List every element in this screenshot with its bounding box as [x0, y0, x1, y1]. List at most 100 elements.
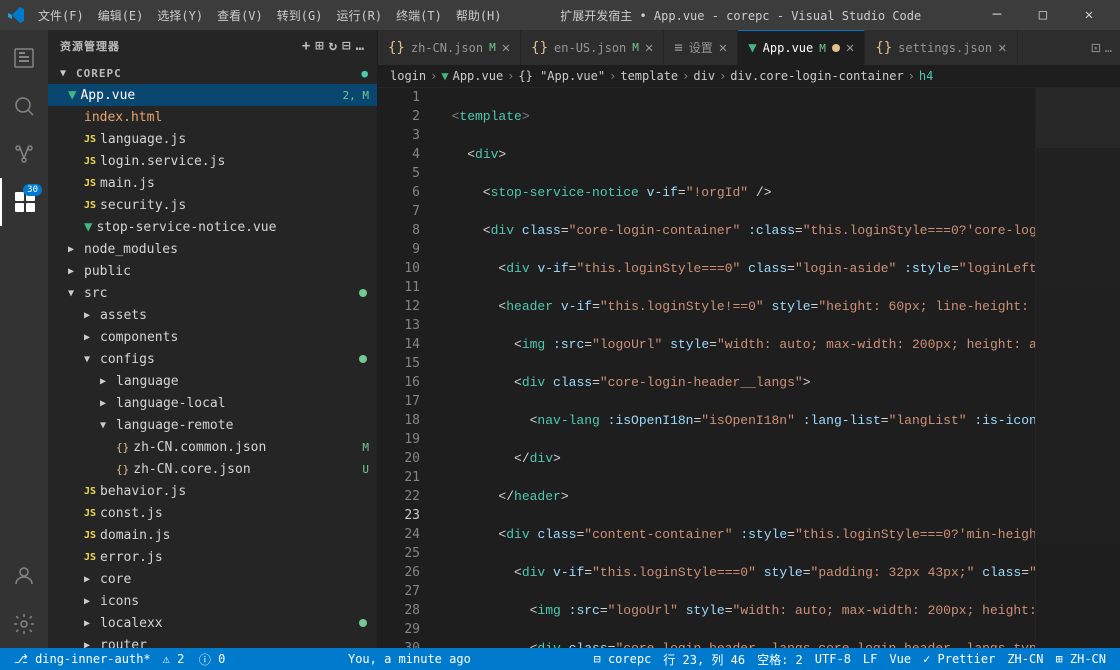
maximize-button[interactable]: □: [1020, 0, 1066, 30]
status-locale2[interactable]: ⊞ ZH-CN: [1049, 648, 1112, 670]
close-button[interactable]: ✕: [1066, 0, 1112, 30]
sidebar: 资源管理器 + ⊞ ↻ ⊟ … ▼ COREPC ● ▼ App.vue 2, …: [48, 30, 378, 648]
tab-dot-app-vue: [832, 44, 840, 52]
activity-scm[interactable]: [0, 130, 48, 178]
menu-bar[interactable]: 文件(F) 编辑(E) 选择(Y) 查看(V) 转到(G) 运行(R) 终端(T…: [32, 5, 508, 26]
main-layout: 30 资源管理器 + ⊞ ↻ ⊟ … ▼ COR: [0, 30, 1120, 648]
sidebar-item-language[interactable]: ▶ language: [48, 370, 377, 392]
menu-help[interactable]: 帮助(H): [450, 5, 508, 26]
sidebar-item-security-js[interactable]: JS security.js: [48, 194, 377, 216]
sidebar-item-zh-cn-common[interactable]: {} zh-CN.common.json M: [48, 436, 377, 458]
root-label: COREPC: [76, 67, 122, 80]
sidebar-item-assets[interactable]: ▶ assets: [48, 304, 377, 326]
tab-close-en-us-json[interactable]: ✕: [645, 40, 653, 56]
tab-settings[interactable]: ≡ 设置 ✕: [664, 30, 738, 65]
sidebar-item-node-modules[interactable]: ▶ node_modules: [48, 238, 377, 260]
tab-zh-cn-json[interactable]: {} zh-CN.json M ✕: [378, 30, 521, 65]
activity-bar: 30: [0, 30, 48, 648]
tab-close-app-vue[interactable]: ✕: [846, 40, 854, 56]
menu-select[interactable]: 选择(Y): [151, 5, 209, 26]
error-icon: ⚠: [163, 652, 170, 666]
tree-root[interactable]: ▼ COREPC ●: [48, 62, 377, 84]
sidebar-item-domain-js[interactable]: JS domain.js: [48, 524, 377, 546]
sidebar-item-icons[interactable]: ▶ icons: [48, 590, 377, 612]
more-editor-actions-icon[interactable]: …: [1105, 41, 1112, 55]
status-prettier[interactable]: ✓ Prettier: [917, 648, 1001, 670]
refresh-icon[interactable]: ↻: [329, 38, 338, 54]
sidebar-item-language-js[interactable]: JS language.js: [48, 128, 377, 150]
breadcrumb-template[interactable]: template: [620, 69, 678, 83]
editor-area: {} zh-CN.json M ✕ {} en-US.json M ✕ ≡ 设置…: [378, 30, 1120, 648]
sidebar-item-public[interactable]: ▶ public: [48, 260, 377, 282]
tab-label-app-vue: App.vue: [763, 41, 814, 55]
status-line-col[interactable]: 行 23, 列 46: [657, 648, 751, 670]
sidebar-item-localexx[interactable]: ▶ localexx: [48, 612, 377, 634]
sidebar-item-zh-cn-core[interactable]: {} zh-CN.core.json U: [48, 458, 377, 480]
tab-close-settings[interactable]: ✕: [719, 40, 727, 56]
new-folder-icon[interactable]: ⊞: [315, 38, 324, 54]
minimize-button[interactable]: ─: [974, 0, 1020, 30]
sidebar-item-language-local[interactable]: ▶ language-local: [48, 392, 377, 414]
activity-explorer[interactable]: [0, 34, 48, 82]
info-icon: ⓘ: [199, 651, 211, 668]
menu-view[interactable]: 查看(V): [211, 5, 269, 26]
breadcrumb-h4[interactable]: h4: [919, 69, 933, 83]
minimap: [1035, 88, 1120, 648]
tab-app-vue[interactable]: ▼ App.vue M ✕: [738, 30, 865, 65]
activity-extensions[interactable]: 30: [0, 178, 48, 226]
status-corepc[interactable]: ⊟ corepc: [588, 648, 658, 670]
tab-settings-json[interactable]: {} settings.json ✕: [865, 30, 1017, 65]
status-errors[interactable]: ⚠ 2 ⓘ 0: [157, 648, 232, 670]
breadcrumb-login[interactable]: login: [390, 69, 426, 83]
status-eol[interactable]: LF: [857, 648, 883, 670]
sidebar-item-src[interactable]: ▼ src: [48, 282, 377, 304]
activity-account[interactable]: [0, 552, 48, 600]
collapse-all-icon[interactable]: ⊟: [342, 38, 351, 54]
sidebar-item-login-service-js[interactable]: JS login.service.js: [48, 150, 377, 172]
sidebar-item-stop-service-notice[interactable]: ▼ stop-service-notice.vue: [48, 216, 377, 238]
sidebar-item-app-vue[interactable]: ▼ App.vue 2, M: [48, 84, 377, 106]
sidebar-item-core[interactable]: ▶ core: [48, 568, 377, 590]
activity-search[interactable]: [0, 82, 48, 130]
tab-en-us-json[interactable]: {} en-US.json M ✕: [521, 30, 664, 65]
sidebar-item-components[interactable]: ▶ components: [48, 326, 377, 348]
tab-close-zh-cn-json[interactable]: ✕: [502, 40, 510, 56]
status-locale[interactable]: ZH-CN: [1001, 648, 1049, 670]
vscode-icon: [8, 7, 24, 23]
status-git-branch[interactable]: ⎇ ding-inner-auth*: [8, 648, 157, 670]
menu-edit[interactable]: 编辑(E): [92, 5, 150, 26]
activity-settings[interactable]: [0, 600, 48, 648]
extensions-badge: 30: [23, 184, 42, 196]
tab-close-settings-json[interactable]: ✕: [998, 40, 1006, 56]
menu-goto[interactable]: 转到(G): [271, 5, 329, 26]
sidebar-item-index-html[interactable]: index.html: [48, 106, 377, 128]
breadcrumb-app-vue[interactable]: App.vue: [453, 69, 504, 83]
menu-terminal[interactable]: 终端(T): [390, 5, 448, 26]
breadcrumb-obj[interactable]: {} "App.vue": [518, 69, 605, 83]
new-file-icon[interactable]: +: [302, 38, 311, 54]
git-branch-label: ding-inner-auth*: [35, 652, 151, 666]
sidebar-item-language-remote[interactable]: ▼ language-remote: [48, 414, 377, 436]
menu-file[interactable]: 文件(F): [32, 5, 90, 26]
sidebar-item-configs[interactable]: ▼ configs: [48, 348, 377, 370]
sidebar-title: 资源管理器: [60, 38, 120, 54]
status-commit-message: You, a minute ago: [348, 652, 471, 666]
more-actions-icon[interactable]: …: [356, 38, 365, 54]
breadcrumb-core-login[interactable]: div.core-login-container: [730, 69, 903, 83]
sidebar-item-router[interactable]: ▶ router: [48, 634, 377, 648]
split-editor-icon[interactable]: ⊡: [1091, 38, 1101, 57]
tab-label-settings: 设置: [689, 39, 713, 56]
code-editor[interactable]: <template> <div> <stop-service-notice v-…: [428, 88, 1035, 648]
breadcrumb-div[interactable]: div: [693, 69, 715, 83]
menu-run[interactable]: 运行(R): [330, 5, 388, 26]
status-encoding[interactable]: UTF-8: [809, 648, 857, 670]
sidebar-item-main-js[interactable]: JS main.js: [48, 172, 377, 194]
status-spaces[interactable]: 空格: 2: [751, 648, 809, 670]
sidebar-item-behavior-js[interactable]: JS behavior.js: [48, 480, 377, 502]
sidebar-item-const-js[interactable]: JS const.js: [48, 502, 377, 524]
git-branch-icon: ⎇: [14, 652, 28, 666]
sidebar-item-error-js[interactable]: JS error.js: [48, 546, 377, 568]
status-language-mode[interactable]: Vue: [883, 648, 917, 670]
sidebar-actions: + ⊞ ↻ ⊟ …: [302, 38, 365, 54]
tabs-bar: {} zh-CN.json M ✕ {} en-US.json M ✕ ≡ 设置…: [378, 30, 1120, 65]
